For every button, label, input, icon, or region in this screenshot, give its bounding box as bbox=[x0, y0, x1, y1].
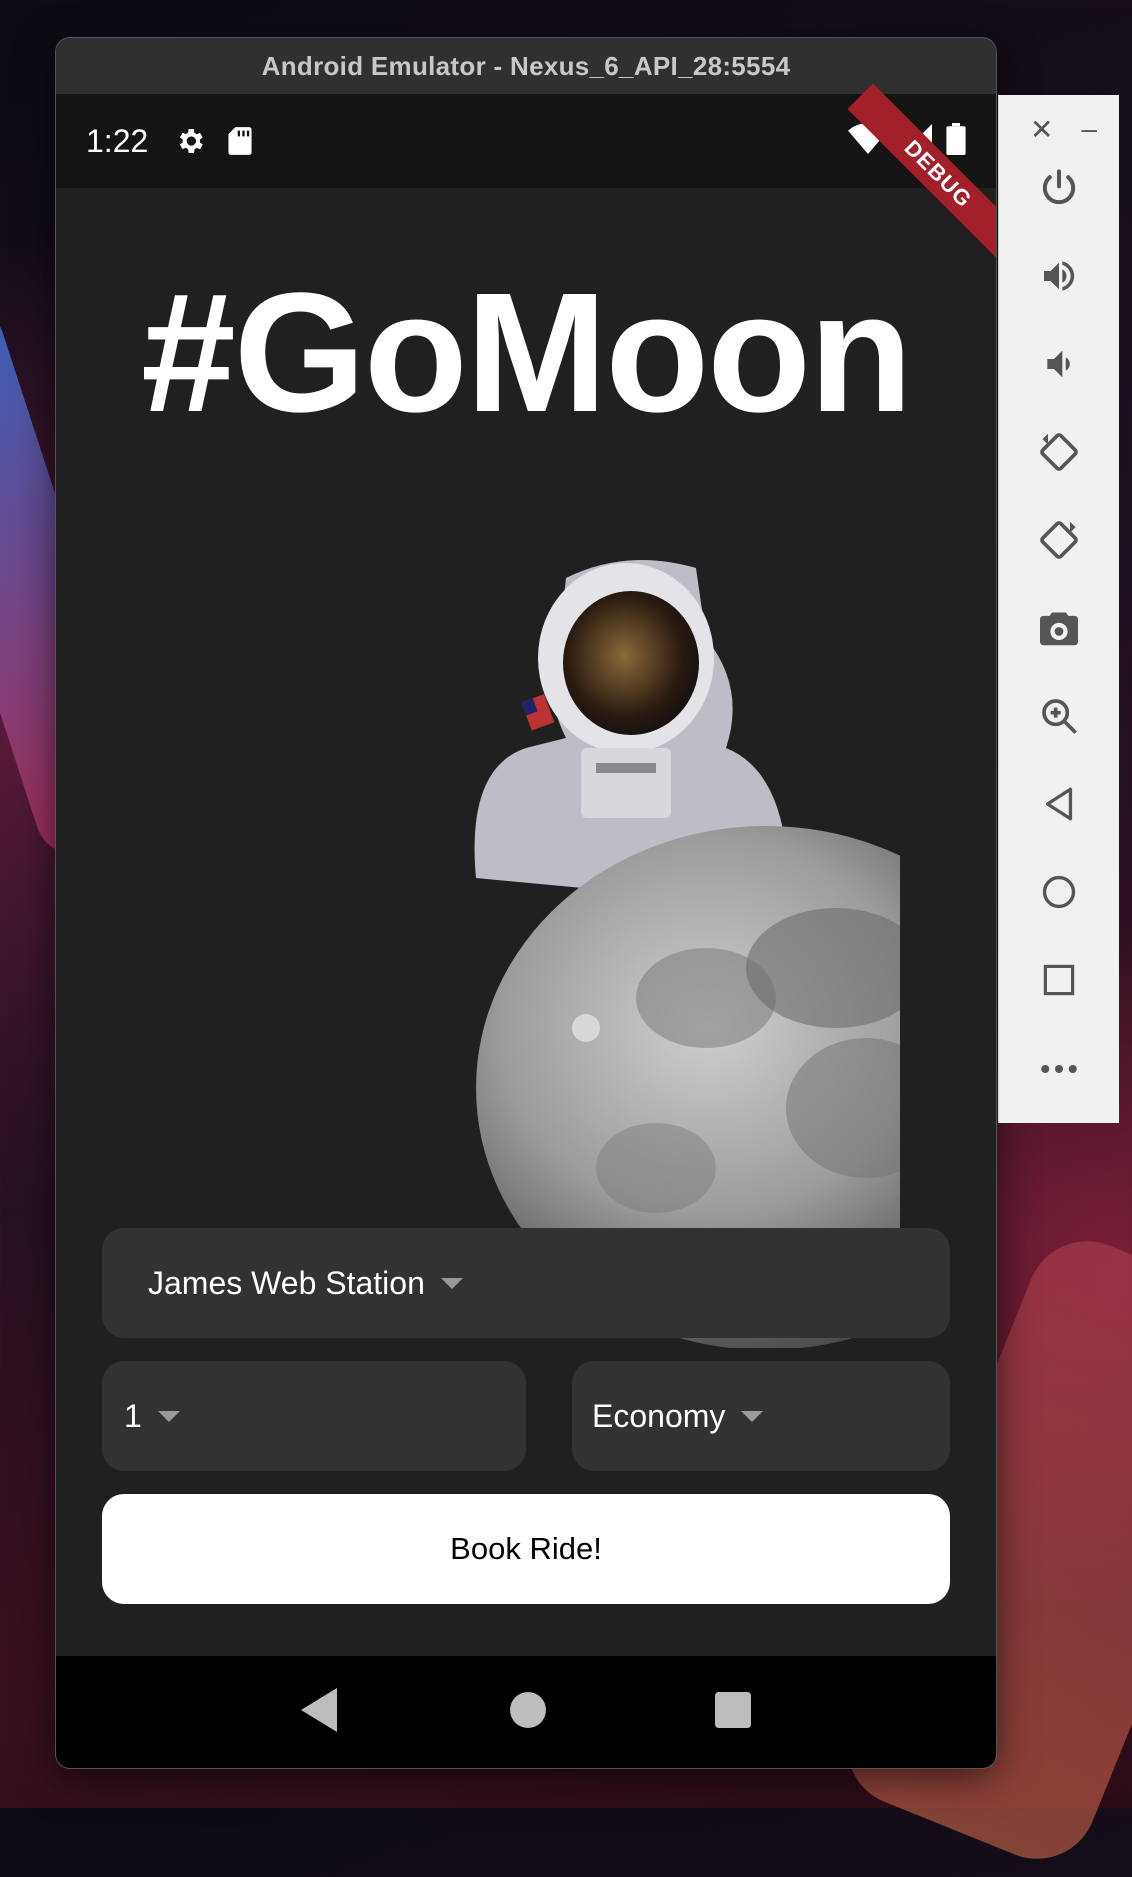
dropdown-arrow-icon bbox=[440, 1277, 463, 1289]
rotate-right-icon bbox=[1037, 518, 1081, 567]
travellers-dropdown[interactable]: 1 bbox=[102, 1361, 526, 1471]
zoom-icon bbox=[1039, 696, 1079, 741]
status-time: 1:22 bbox=[86, 122, 149, 159]
dropdown-arrow-icon bbox=[741, 1410, 764, 1422]
camera-icon bbox=[1038, 609, 1080, 652]
rotate-left-icon bbox=[1037, 430, 1081, 479]
destination-dropdown[interactable]: James Web Station bbox=[102, 1228, 950, 1338]
zoom-button[interactable] bbox=[999, 674, 1119, 762]
power-icon bbox=[1039, 168, 1079, 213]
power-button[interactable] bbox=[999, 146, 1119, 234]
nav-overview-icon[interactable] bbox=[715, 1691, 752, 1733]
rotate-left-button[interactable] bbox=[999, 410, 1119, 498]
nav-back-icon[interactable] bbox=[300, 1687, 341, 1737]
back-button[interactable] bbox=[999, 762, 1119, 850]
book-ride-button[interactable]: Book Ride! bbox=[102, 1494, 950, 1604]
sd-card-icon bbox=[226, 126, 254, 156]
minimize-icon[interactable]: – bbox=[1081, 113, 1097, 146]
overview-icon bbox=[1043, 964, 1075, 1001]
volume-down-button[interactable] bbox=[999, 322, 1119, 410]
window-title: Android Emulator - Nexus_6_API_28:5554 bbox=[56, 38, 996, 94]
dropdown-arrow-icon bbox=[157, 1410, 180, 1422]
app-screen: #GoMoon James Web Station 1 Economy Book… bbox=[56, 188, 996, 1696]
android-nav-bar bbox=[56, 1656, 996, 1768]
home-icon bbox=[1042, 875, 1076, 914]
travellers-value: 1 bbox=[124, 1397, 142, 1434]
rotate-right-button[interactable] bbox=[999, 498, 1119, 586]
settings-gear-icon bbox=[174, 125, 206, 157]
emulator-window: Android Emulator - Nexus_6_API_28:5554 1… bbox=[56, 38, 996, 1768]
more-button[interactable] bbox=[999, 1026, 1119, 1114]
overview-button[interactable] bbox=[999, 938, 1119, 1026]
close-icon[interactable]: ✕ bbox=[1030, 113, 1053, 146]
destination-value: James Web Station bbox=[148, 1264, 425, 1301]
class-dropdown[interactable]: Economy bbox=[572, 1361, 950, 1471]
volume-up-icon bbox=[1038, 256, 1080, 301]
volume-up-button[interactable] bbox=[999, 234, 1119, 322]
more-icon bbox=[1040, 1061, 1078, 1079]
volume-down-icon bbox=[1039, 344, 1079, 389]
battery-icon bbox=[946, 122, 966, 160]
class-value: Economy bbox=[592, 1397, 726, 1434]
screenshot-button[interactable] bbox=[999, 586, 1119, 674]
home-button[interactable] bbox=[999, 850, 1119, 938]
app-headline: #GoMoon bbox=[141, 258, 913, 448]
nav-home-icon[interactable] bbox=[509, 1691, 546, 1733]
emulator-toolbar: ✕ – bbox=[998, 95, 1119, 1123]
back-icon bbox=[1042, 786, 1076, 827]
